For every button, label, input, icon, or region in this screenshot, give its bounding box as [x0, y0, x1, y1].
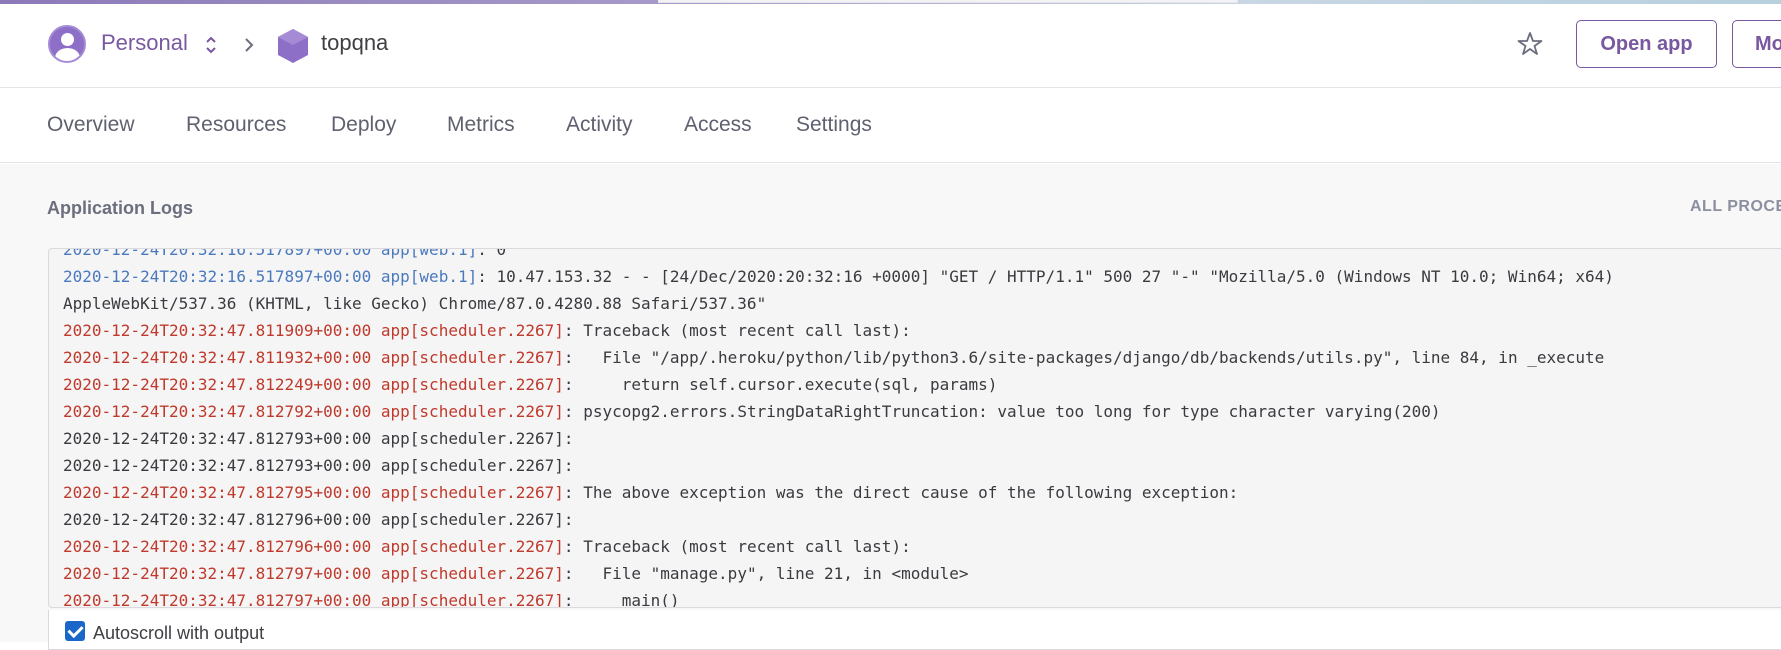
main-content: Application Logs ALL PROCES 2020-12-24T2… — [0, 164, 1781, 650]
log-line: 2020-12-24T20:32:47.812796+00:00 app[sch… — [63, 533, 1781, 560]
log-timestamp: 2020-12-24T20:32:47.812793+00:00 — [63, 429, 381, 448]
log-timestamp: 2020-12-24T20:32:47.812795+00:00 — [63, 483, 381, 502]
tab-settings[interactable]: Settings — [796, 113, 872, 137]
log-timestamp: 2020-12-24T20:32:16.517897+00:00 — [63, 248, 381, 259]
log-source: app[scheduler.2267] — [380, 402, 564, 421]
log-line: 2020-12-24T20:32:47.811932+00:00 app[sch… — [63, 344, 1781, 371]
log-source: app[scheduler.2267] — [380, 456, 564, 475]
log-line: 2020-12-24T20:32:16.517897+00:00 app[web… — [63, 263, 1781, 290]
log-message: : 10.47.153.32 - - [24/Dec/2020:20:32:16… — [477, 267, 1614, 286]
top-edge-shadow — [658, 0, 1238, 3]
log-message: : Traceback (most recent call last): — [563, 321, 911, 340]
log-source: app[scheduler.2267] — [380, 591, 564, 608]
log-message: : — [563, 429, 574, 448]
avatar-body — [55, 48, 80, 61]
tab-bar: Overview Resources Deploy Metrics Activi… — [0, 89, 1781, 163]
team-switcher-label[interactable]: Personal — [101, 30, 188, 56]
section-title: Application Logs — [47, 198, 193, 218]
tab-overview[interactable]: Overview — [47, 113, 135, 137]
checkbox-icon[interactable] — [65, 621, 85, 641]
log-line: 2020-12-24T20:32:47.812793+00:00 app[sch… — [63, 425, 1781, 452]
app-header: Personal topqna Open app Mo — [0, 4, 1781, 88]
log-message: : File "/app/.heroku/python/lib/python3.… — [563, 348, 1605, 367]
user-avatar-icon[interactable] — [48, 25, 86, 63]
app-name[interactable]: topqna — [321, 30, 388, 56]
autoscroll-label[interactable]: Autoscroll with output — [93, 623, 264, 644]
tab-deploy[interactable]: Deploy — [331, 113, 396, 137]
tab-activity[interactable]: Activity — [566, 113, 633, 137]
log-line: 2020-12-24T20:32:47.812249+00:00 app[sch… — [63, 371, 1781, 398]
log-source: app[web.1] — [380, 267, 478, 286]
log-message: AppleWebKit/537.36 (KHTML, like Gecko) C… — [63, 294, 767, 313]
log-timestamp: 2020-12-24T20:32:47.812792+00:00 — [63, 402, 381, 421]
log-lines: 2020-12-24T20:32:16.517897+00:00 app[web… — [63, 248, 1781, 608]
log-message: : return self.cursor.execute(sql, params… — [563, 375, 998, 394]
more-button[interactable]: Mo — [1732, 20, 1781, 68]
log-timestamp: 2020-12-24T20:32:47.812249+00:00 — [63, 375, 381, 394]
tab-access[interactable]: Access — [684, 113, 752, 137]
log-output-panel[interactable]: 2020-12-24T20:32:16.517897+00:00 app[web… — [48, 248, 1781, 608]
log-line: 2020-12-24T20:32:47.812797+00:00 app[sch… — [63, 560, 1781, 587]
log-source: app[scheduler.2267] — [380, 483, 564, 502]
log-message: : Traceback (most recent call last): — [563, 537, 911, 556]
log-source: app[web.1] — [380, 248, 478, 259]
log-timestamp: 2020-12-24T20:32:47.812797+00:00 — [63, 564, 381, 583]
tab-resources[interactable]: Resources — [186, 113, 286, 137]
log-timestamp: 2020-12-24T20:32:47.812797+00:00 — [63, 591, 381, 608]
log-message: : — [563, 456, 574, 475]
log-timestamp: 2020-12-24T20:32:47.811909+00:00 — [63, 321, 381, 340]
log-timestamp: 2020-12-24T20:32:47.812796+00:00 — [63, 510, 381, 529]
log-message: : psycopg2.errors.StringDataRightTruncat… — [563, 402, 1441, 421]
log-source: app[scheduler.2267] — [380, 537, 564, 556]
log-source: app[scheduler.2267] — [380, 348, 564, 367]
log-message: : File "manage.py", line 21, in <module> — [563, 564, 969, 583]
log-line: 2020-12-24T20:32:47.812797+00:00 app[sch… — [63, 587, 1781, 608]
process-filter-dropdown[interactable]: ALL PROCES — [1690, 198, 1781, 216]
log-message: : main() — [563, 591, 680, 608]
star-icon[interactable] — [1517, 31, 1543, 57]
chevron-right-icon — [245, 38, 254, 52]
log-line: 2020-12-24T20:32:47.812792+00:00 app[sch… — [63, 398, 1781, 425]
tab-metrics[interactable]: Metrics — [447, 113, 515, 137]
avatar-head — [61, 33, 74, 46]
log-timestamp: 2020-12-24T20:32:47.812793+00:00 — [63, 456, 381, 475]
open-app-button[interactable]: Open app — [1576, 20, 1717, 68]
log-source: app[scheduler.2267] — [380, 375, 564, 394]
log-line: 2020-12-24T20:32:47.812793+00:00 app[sch… — [63, 452, 1781, 479]
log-line: 2020-12-24T20:32:47.812796+00:00 app[sch… — [63, 506, 1781, 533]
autoscroll-bar: Autoscroll with output — [48, 610, 1781, 650]
updown-icon[interactable] — [204, 34, 218, 56]
log-timestamp: 2020-12-24T20:32:47.812796+00:00 — [63, 537, 381, 556]
log-message: : The above exception was the direct cau… — [563, 483, 1239, 502]
log-timestamp: 2020-12-24T20:32:16.517897+00:00 — [63, 267, 381, 286]
log-source: app[scheduler.2267] — [380, 321, 564, 340]
log-line: 2020-12-24T20:32:47.811909+00:00 app[sch… — [63, 317, 1781, 344]
log-source: app[scheduler.2267] — [380, 510, 564, 529]
log-line: 2020-12-24T20:32:16.517897+00:00 app[web… — [63, 248, 1781, 263]
log-line: AppleWebKit/537.36 (KHTML, like Gecko) C… — [63, 290, 1781, 317]
log-source: app[scheduler.2267] — [380, 564, 564, 583]
log-message: : 0 — [477, 248, 507, 259]
log-line: 2020-12-24T20:32:47.812795+00:00 app[sch… — [63, 479, 1781, 506]
hexagon-app-icon — [278, 29, 308, 63]
log-source: app[scheduler.2267] — [380, 429, 564, 448]
log-timestamp: 2020-12-24T20:32:47.811932+00:00 — [63, 348, 381, 367]
log-message: : — [563, 510, 574, 529]
